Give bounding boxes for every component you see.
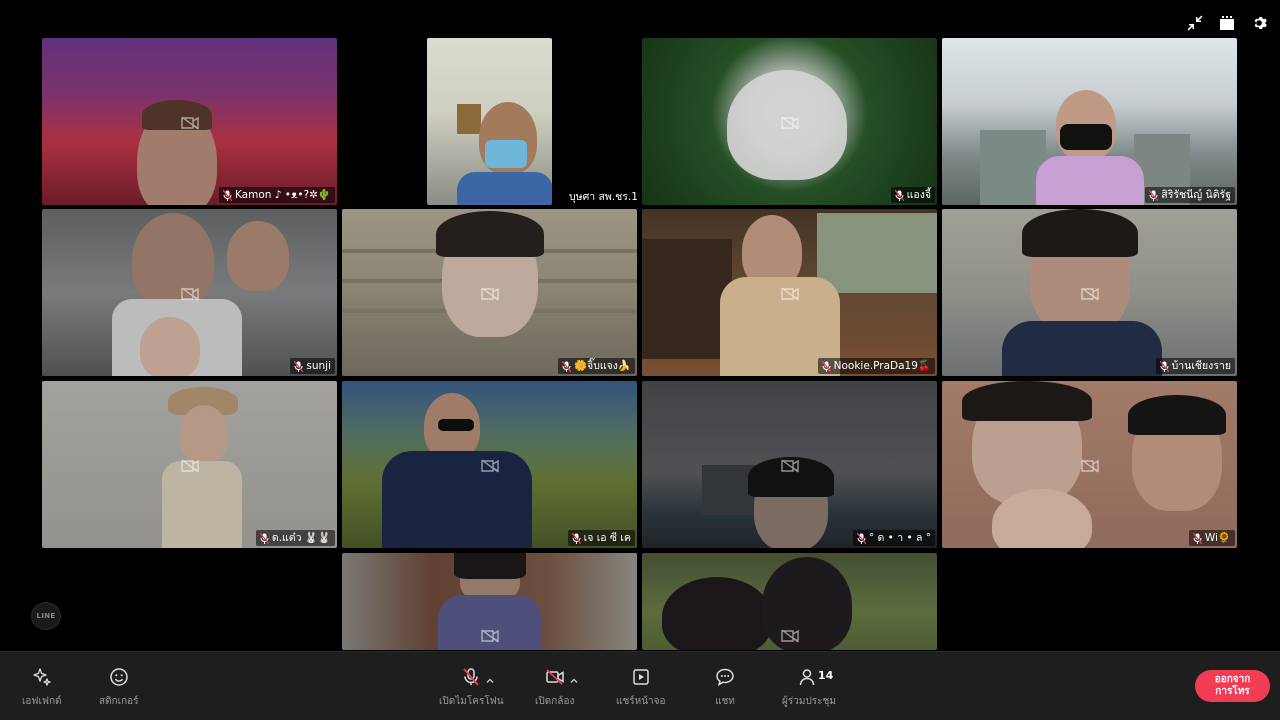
mic-muted-icon [561,360,572,372]
share-screen-icon [630,666,652,688]
leave-call-button[interactable]: ออกจาก การโทร [1195,670,1270,702]
participant-name-tag: บ้านเชียงราย [1155,358,1235,374]
participant-name-tag: ° ด • า • ล ° [852,530,935,546]
mic-muted-icon [1159,360,1170,372]
participant-name-tag: เจ เอ ซี เค [567,530,635,546]
mic-muted-icon [894,189,905,201]
participant-tile-2[interactable] [427,38,552,205]
participant-name: บ้านเชียงราย [1171,360,1231,372]
participant-tile-3[interactable]: แองจี้ [642,38,937,205]
camera-off-icon [180,286,199,301]
layout-icon[interactable] [1216,12,1238,34]
camera-off-icon [480,286,499,301]
participant-name: Kamon ♪ •ᴥ•?✲🌵 [234,189,331,201]
camera-off-icon [1080,458,1099,473]
participant-name-tag: Kamon ♪ •ᴥ•?✲🌵 [218,187,335,203]
participants-button[interactable]: 14 ผู้ร่วมประชุม [782,666,836,709]
camera-off-icon [480,628,499,643]
leave-label-line1: ออกจาก [1214,674,1251,685]
participant-tile-10[interactable]: เจ เอ ซี เค [342,381,637,548]
mic-muted-icon [571,532,582,544]
mic-muted-icon [821,360,832,372]
chat-bubble-icon [714,666,736,688]
share-screen-button[interactable]: แชร์หน้าจอ [616,666,666,709]
camera-off-icon [780,286,799,301]
participant-name: Nookie.PraDa19🍒 [833,360,931,372]
mic-muted-icon [856,532,867,544]
call-toolbar: เอฟเฟกต์ สติกเกอร์ เปิดไมโครโฟน เปิดกล้อ… [0,651,1280,720]
participant-name-tag: สิริรัชนีญ์ นิติรัฐ [1145,187,1235,203]
participant-name: Wi🌻 [1204,532,1231,544]
person-icon: 14 [798,666,833,688]
mic-muted-icon [1192,532,1203,544]
camera-off-icon [180,458,199,473]
participant-name: แองจี้ [906,189,931,201]
participant-name-tag: ด.แต๋ว 🐰🐰 [255,530,335,546]
sparkle-icon [31,666,53,688]
mic-label: เปิดไมโครโฟน [439,696,504,707]
participant-tile-6[interactable]: 🌼จิ๊บแจง🍌 [342,209,637,376]
participant-name: ด.แต๋ว 🐰🐰 [271,532,331,544]
leave-label-line2: การโทร [1215,686,1250,697]
participant-name-tag: sunji [290,358,335,374]
camera-off-icon [1080,286,1099,301]
line-logo: LINE [31,602,61,630]
camera-off-icon [480,458,499,473]
participant-tile-12[interactable]: Wi🌻 [942,381,1237,548]
mic-muted-icon [293,360,304,372]
participant-tile-1[interactable]: Kamon ♪ •ᴥ•?✲🌵 [42,38,337,205]
mic-toggle-button[interactable]: เปิดไมโครโฟน [439,666,504,709]
chevron-up-icon[interactable] [570,670,578,683]
top-controls [1184,12,1270,34]
mic-off-icon [460,666,494,688]
stickers-button[interactable]: สติกเกอร์ [99,666,139,709]
participant-tile-5[interactable]: sunji [42,209,337,376]
participant-tile-9[interactable]: ด.แต๋ว 🐰🐰 [42,381,337,548]
mic-muted-icon [259,532,270,544]
effects-label: เอฟเฟกต์ [22,696,62,707]
participant-tile-11[interactable]: ° ด • า • ล ° [642,381,937,548]
participant-tile-7[interactable]: Nookie.PraDa19🍒 [642,209,937,376]
stickers-label: สติกเกอร์ [99,696,139,707]
settings-icon[interactable] [1248,12,1270,34]
smiley-icon [108,666,130,688]
participant-name-tag: 🌼จิ๊บแจง🍌 [557,358,635,374]
share-label: แชร์หน้าจอ [616,696,666,707]
participant-name: บุษศา สพ.ชร.1 [569,191,638,203]
chat-label: แชท [715,696,735,707]
participant-tile-13[interactable] [342,553,637,650]
camera-label: เปิดกล้อง [535,696,575,707]
participant-tile-8[interactable]: บ้านเชียงราย [942,209,1237,376]
participant-tile-14[interactable] [642,553,937,650]
camera-off-icon [544,666,578,688]
participant-name: สิริรัชนีญ์ นิติรัฐ [1161,189,1231,201]
participant-tile-4[interactable]: สิริรัชนีญ์ นิติรัฐ [942,38,1237,205]
participant-name-tag-2: บุษศา สพ.ชร.1 [565,189,642,205]
chevron-up-icon[interactable] [486,670,494,683]
camera-off-icon [180,115,199,130]
participant-name-tag: Nookie.PraDa19🍒 [817,358,935,374]
participant-count: 14 [817,669,834,682]
participant-name: เจ เอ ซี เค [583,532,631,544]
camera-toggle-button[interactable]: เปิดกล้อง [535,666,578,709]
camera-off-icon [780,628,799,643]
participant-name-tag: Wi🌻 [1188,530,1235,546]
effects-button[interactable]: เอฟเฟกต์ [22,666,62,709]
mic-muted-icon [1148,189,1159,201]
chat-button[interactable]: แชท [714,666,736,709]
camera-off-icon [780,115,799,130]
mic-muted-icon [222,189,233,201]
participant-name-tag: แองจี้ [890,187,935,203]
camera-off-icon [780,458,799,473]
participant-name: 🌼จิ๊บแจง🍌 [573,360,631,372]
collapse-icon[interactable] [1184,12,1206,34]
participant-name: ° ด • า • ล ° [868,532,931,544]
participant-name: sunji [306,360,331,372]
participants-label: ผู้ร่วมประชุม [782,696,836,707]
